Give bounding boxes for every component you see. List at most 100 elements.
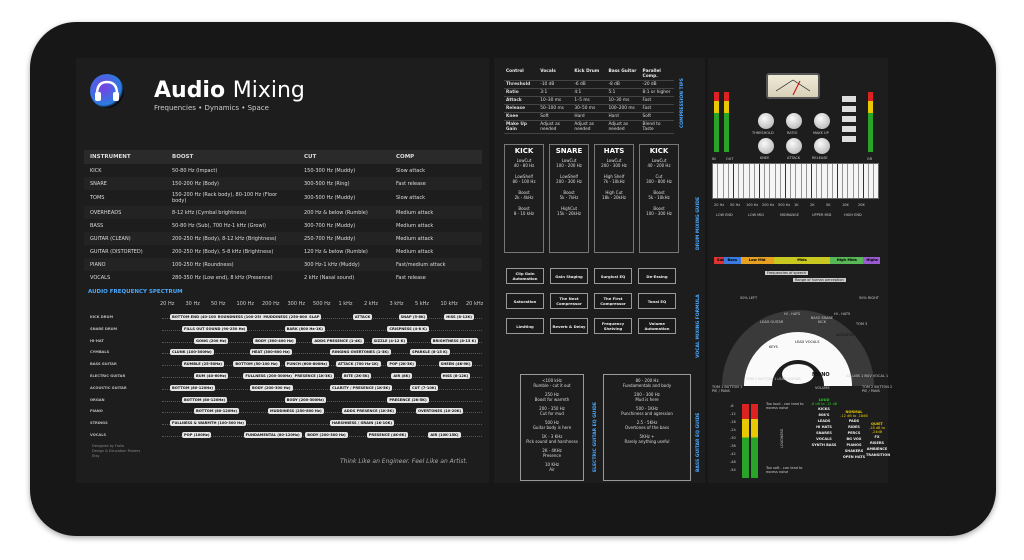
instrument-cell: 200-250 Hz (Body), 5-8 kHz (Brightness) [172, 248, 274, 255]
spectrum-row: SNARE DRUM FILLS OUT SOUND (90-250 Hz) BAR… [90, 325, 482, 335]
spectrum-tag: PRESENCE (1K-3K) [292, 373, 334, 379]
bass_eq-item: 200 - 300 Hz Mud is here [634, 392, 660, 402]
fader-button-5[interactable] [842, 136, 856, 142]
spectrum-row: CYMBALS CLUNK (100-300Hz) HEAT (300-600 Hz… [90, 349, 482, 358]
instrument-cell: Fast/medium attack [390, 258, 482, 271]
spectrum-row-label: ORGAN [90, 397, 105, 402]
drum-eq-line: 100 - 300 Hz [646, 211, 672, 216]
drum-eq-line: 200 - 300 Hz [556, 179, 582, 184]
instrument-cell: KICK [90, 167, 102, 174]
compression-row: Attack 10–30 ms 1–5 ms 10–30 ms Fast [504, 96, 674, 105]
compression-cell: Soft [538, 112, 573, 121]
db-tick: -54 [730, 468, 736, 472]
knob-label-makeup: MAKE UP [813, 131, 829, 135]
electric_eq-item: 2K - 4KHz Presence [542, 448, 562, 458]
spectrum-row: VOCALS POP (100Hz) FUNDAMENTAL (80-120Hz) B… [90, 432, 482, 441]
spectrum-tag: BARK (800 Hz-1K) [284, 325, 325, 332]
instrument-cell: 100-250 Hz (Roundness) [166, 258, 298, 271]
spectrum-tag: CLUNK (100-300Hz) [170, 349, 214, 356]
db-tick: -12 [730, 412, 736, 416]
compression-cell: 1–5 ms [572, 96, 607, 105]
vocal-chain-step: Reverb & Delay [550, 318, 588, 334]
compression-cell: Adjust as needed [572, 120, 607, 134]
headphones-logo-icon [90, 74, 124, 108]
bass-guitar-eq-box: 80 - 200 Hz Fundamentals and body 200 - 3… [603, 374, 691, 481]
fader-button-4[interactable] [842, 126, 856, 132]
instrument-row: BASS 50-80 Hz (Sub), 700 Hz-1 kHz (Growl)… [84, 219, 482, 232]
db-tick: -24 [730, 428, 736, 432]
spectrum-title: AUDIO FREQUENCY SPECTRUM [88, 289, 183, 295]
instrument-eq-table: INSTRUMENT BOOST CUT COMP KICK 50-80 Hz (Imp… [84, 150, 482, 284]
drum-eq-line: 100 - 200 Hz [556, 163, 582, 168]
spectrum-tag: SNAP (5-8K) [398, 314, 428, 320]
page-title: Audio Mixing [154, 78, 305, 103]
spectrum-tag: SHEEN (4K-9K) [438, 361, 473, 368]
vocal-chain-step: Volume Automation [638, 318, 676, 334]
spectrum-row-label: BASS GUITAR [90, 362, 117, 367]
fader-button-3[interactable] [842, 116, 856, 122]
vocal-chain-step: The Next Compressor [550, 293, 588, 309]
drum-eq-column: HATS LowCut 200 - 300 Hz High Shelf 7k - 10k… [594, 144, 634, 253]
bass_eq-item: 500 - 1KHz Punchiness and agression [621, 406, 673, 416]
compression-header-2: Kick Drum [572, 68, 607, 81]
threshold-knob[interactable] [758, 113, 774, 129]
drum-eq-line: 2k - 4kHz [514, 195, 534, 200]
note-too-loud: Too loud - can lead to excess noise [766, 402, 804, 410]
drum-eq-column: SNARE LowCut 100 - 200 Hz LowShelf 200 - 300… [549, 144, 589, 253]
db-tick: -36 [730, 444, 736, 448]
instrument-cell: 8-12 kHz (Cymbal brightness) [166, 206, 298, 219]
drum-eq-line: 300 - 800 Hz [646, 179, 672, 184]
spectrum-tag: MUDDINESS (250-800 Hz) [268, 408, 324, 415]
spectrum-tag: GONG (200 Hz) [194, 337, 229, 344]
freq-tick: 200 Hz [262, 301, 280, 307]
instrument-cell: 300-700 Hz (Muddy) [304, 222, 356, 229]
keyboard-freq: 200 Hz [762, 203, 775, 207]
instrument-cell: Medium attack [396, 248, 434, 255]
keyboard-freq: 500 Hz [778, 203, 791, 207]
compression-cell: Threshold [504, 80, 539, 89]
release-knob[interactable] [814, 138, 830, 154]
drum-eq-column-title: KICK [514, 147, 534, 155]
compression-cell: 10–30 ms [606, 96, 641, 105]
freq-tick: 500 Hz [313, 301, 331, 307]
bass-guitar-title: BASS GUITAR EQ GUIDE [696, 412, 701, 472]
keyboard-freq: 1K [794, 203, 799, 207]
instrument-cell: Slow attack [396, 167, 425, 174]
keyboard-range: LOW END [716, 213, 733, 217]
level-group-item: SYNTH BASS [811, 443, 837, 447]
vocal-chain-step: The First Compressor [594, 293, 632, 309]
knee-knob[interactable] [758, 138, 774, 154]
instrument-cell: 280-350 Hz (Low end), 8 kHz (Presence) [172, 274, 273, 281]
vu-meter [766, 73, 820, 99]
far-left-label: 50% LEFT [740, 296, 758, 300]
vocal-chain-step: Limiting [506, 318, 544, 334]
instrument-cell: Medium attack [390, 206, 482, 219]
spectrum-row: STRINGS FULLNESS & WARMTH (100-300 Hz) HAR… [90, 420, 482, 429]
db-tick: -42 [730, 452, 736, 456]
fader-button-1[interactable] [842, 96, 856, 102]
ratio-knob[interactable] [786, 113, 802, 129]
stage-lr-left: TOM 1 BUTTON 1 PIE / PANS [712, 385, 743, 393]
instrument-header-2: CUT [298, 150, 390, 164]
spectrum-tag: BUM (40-60Hz) [194, 373, 229, 379]
instrument-cell: 300-500 Hz (Muddy) [304, 195, 356, 201]
vocal-chain-step: Surgical EQ [594, 268, 632, 284]
instrument-row: SNARE 150-200 Hz (Body) 300-500 Hz (Ring) F… [84, 177, 482, 190]
spectrum-row-label: SNARE DRUM [90, 326, 118, 331]
credit-block: Designed by Frollo Design & Education Pos… [92, 444, 140, 459]
keyboard-freq: 10K [842, 203, 849, 207]
bass_eq-item: 80 - 200 Hz Fundamentals and body [622, 378, 672, 388]
spectrum-tag: FUNDAMENTAL (80-120Hz) [243, 432, 302, 438]
instrument-header-3: COMP [390, 150, 482, 164]
attack-knob[interactable] [786, 138, 802, 154]
freq-tick: 100 Hz [236, 301, 255, 307]
meter-label-out: OUT [726, 157, 734, 161]
level-meter-1 [742, 404, 749, 478]
instrument-cell: 250-700 Hz (Muddy) [298, 232, 390, 245]
fader-button-2[interactable] [842, 106, 856, 112]
spectrum-tag: HISS (8-12K) [440, 373, 471, 379]
band-5: Highs [863, 257, 880, 264]
makeup-knob[interactable] [814, 113, 830, 129]
vocal-formula-title: VOCAL MIXING FORMULA [696, 294, 701, 358]
bass_eq-item: 2.5 - 5KHz Overtones of the bass [624, 420, 670, 430]
